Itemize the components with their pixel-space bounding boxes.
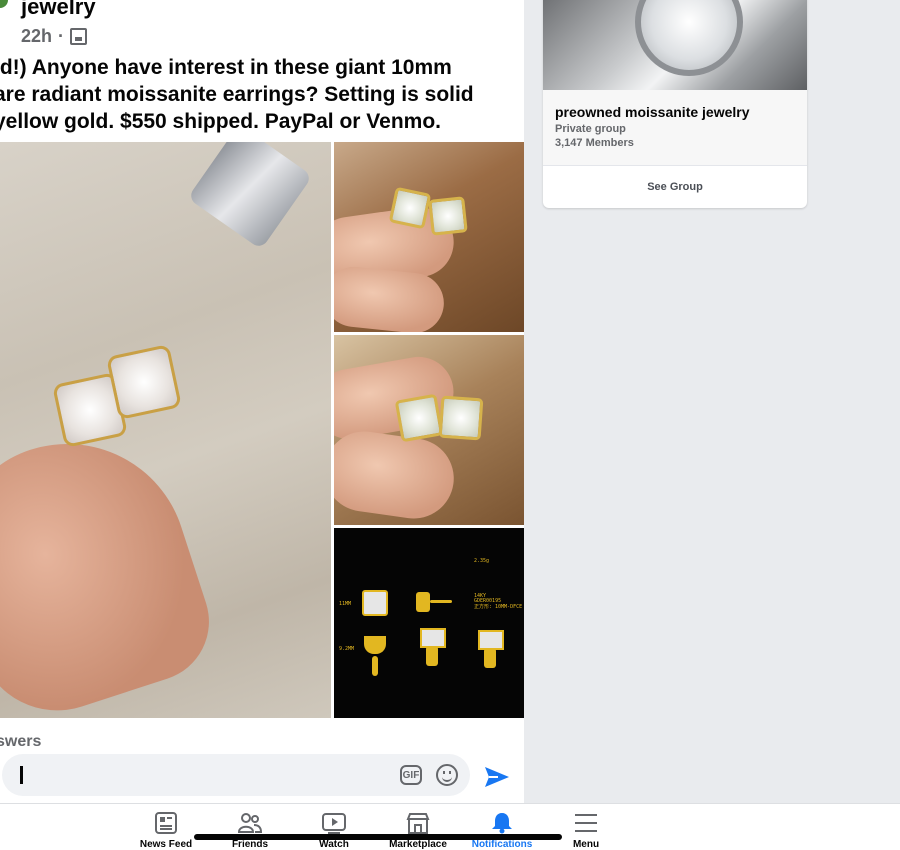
home-indicator[interactable] [194, 834, 562, 840]
hand-shape [0, 412, 225, 718]
bottom-navigation: News Feed Friends Watch Marketplace Noti… [0, 803, 900, 850]
gif-icon[interactable]: GIF [400, 765, 422, 785]
earring-gem [388, 186, 432, 230]
earring-gem [106, 344, 182, 420]
schematic-label: 2.35g [474, 558, 490, 564]
schematic-label: 正方形: 10MM-DFCE [474, 604, 523, 610]
emoji-icon[interactable] [436, 764, 458, 786]
group-cover-image[interactable] [543, 0, 807, 90]
finger-shape [334, 426, 459, 524]
nav-label: Menu [572, 839, 600, 850]
nav-friends[interactable]: Friends [205, 808, 295, 850]
photo-earring-schematic[interactable]: 2.35g 14KY GDER00195 正方形: 10MM-DFCE 11MM… [334, 528, 524, 718]
schematic-gem [362, 590, 388, 616]
nav-watch[interactable]: Watch [289, 808, 379, 850]
nav-notifications[interactable]: Notifications [457, 808, 547, 850]
group-title[interactable]: preowned moissanite jewelry [555, 104, 750, 120]
ring-stone [635, 0, 743, 76]
watch-icon [322, 813, 346, 834]
marketplace-icon [406, 813, 430, 834]
see-group-button[interactable]: See Group [543, 165, 807, 207]
post-meta: 22h · [21, 26, 88, 47]
bell-icon [492, 813, 512, 834]
comment-input[interactable]: GIF [2, 754, 470, 796]
nav-news-feed[interactable]: News Feed [121, 808, 211, 850]
post-group-name[interactable]: jewelry [21, 0, 96, 20]
cap-decoration [187, 142, 313, 250]
send-icon[interactable] [484, 766, 510, 788]
post-text-line: are radiant moissanite earrings? Setting… [0, 83, 474, 106]
schematic-setting [416, 592, 430, 612]
schematic-post [372, 656, 378, 676]
photo-earrings-front[interactable] [334, 335, 524, 525]
earring-gem [428, 196, 468, 236]
nav-marketplace[interactable]: Marketplace [373, 808, 463, 850]
schematic-label: 11MM [339, 601, 352, 607]
friends-icon [238, 813, 262, 833]
schematic-gem [478, 630, 504, 650]
text-caret [20, 766, 23, 784]
earring-gem [394, 393, 444, 443]
photo-grid: 2.35g 14KY GDER00195 正方形: 10MM-DFCE 11MM… [0, 142, 524, 718]
photo-earrings-side[interactable] [334, 142, 524, 332]
post-text-line: yellow gold. $550 shipped. PayPal or Ven… [0, 110, 441, 133]
nav-label: Watch [319, 839, 349, 850]
group-members: 3,147 Members [555, 137, 634, 149]
suggested-group-card: preowned moissanite jewelry Private grou… [543, 0, 807, 208]
schematic-setting [484, 648, 496, 668]
post-column: jewelry 22h · ld!) Anyone have interest … [0, 0, 524, 803]
post-text: ld!) Anyone have interest in these giant… [0, 54, 524, 135]
schematic-label: 9.2MM [339, 646, 355, 652]
meta-separator: · [58, 26, 65, 46]
photo-icon [70, 28, 88, 45]
nav-menu[interactable]: Menu [541, 808, 631, 850]
nav-label: Marketplace [389, 839, 447, 850]
group-avatar[interactable] [0, 0, 8, 8]
earring-gem [438, 395, 484, 441]
schematic-post [430, 600, 452, 603]
answers-label[interactable]: swers [0, 733, 41, 751]
group-privacy: Private group [555, 123, 626, 135]
nav-label: Notifications [471, 839, 533, 850]
schematic-setting [364, 636, 386, 654]
schematic-setting [426, 646, 438, 666]
nav-label: News Feed [139, 839, 193, 850]
news-feed-icon [155, 812, 177, 834]
photo-earrings-closeup[interactable] [0, 142, 331, 718]
schematic-gem [420, 628, 446, 648]
group-info: preowned moissanite jewelry Private grou… [543, 90, 807, 165]
nav-label: Friends [231, 839, 269, 850]
post-time[interactable]: 22h [21, 26, 52, 47]
menu-icon [575, 814, 597, 832]
post-text-line: ld!) Anyone have interest in these giant… [0, 56, 452, 79]
